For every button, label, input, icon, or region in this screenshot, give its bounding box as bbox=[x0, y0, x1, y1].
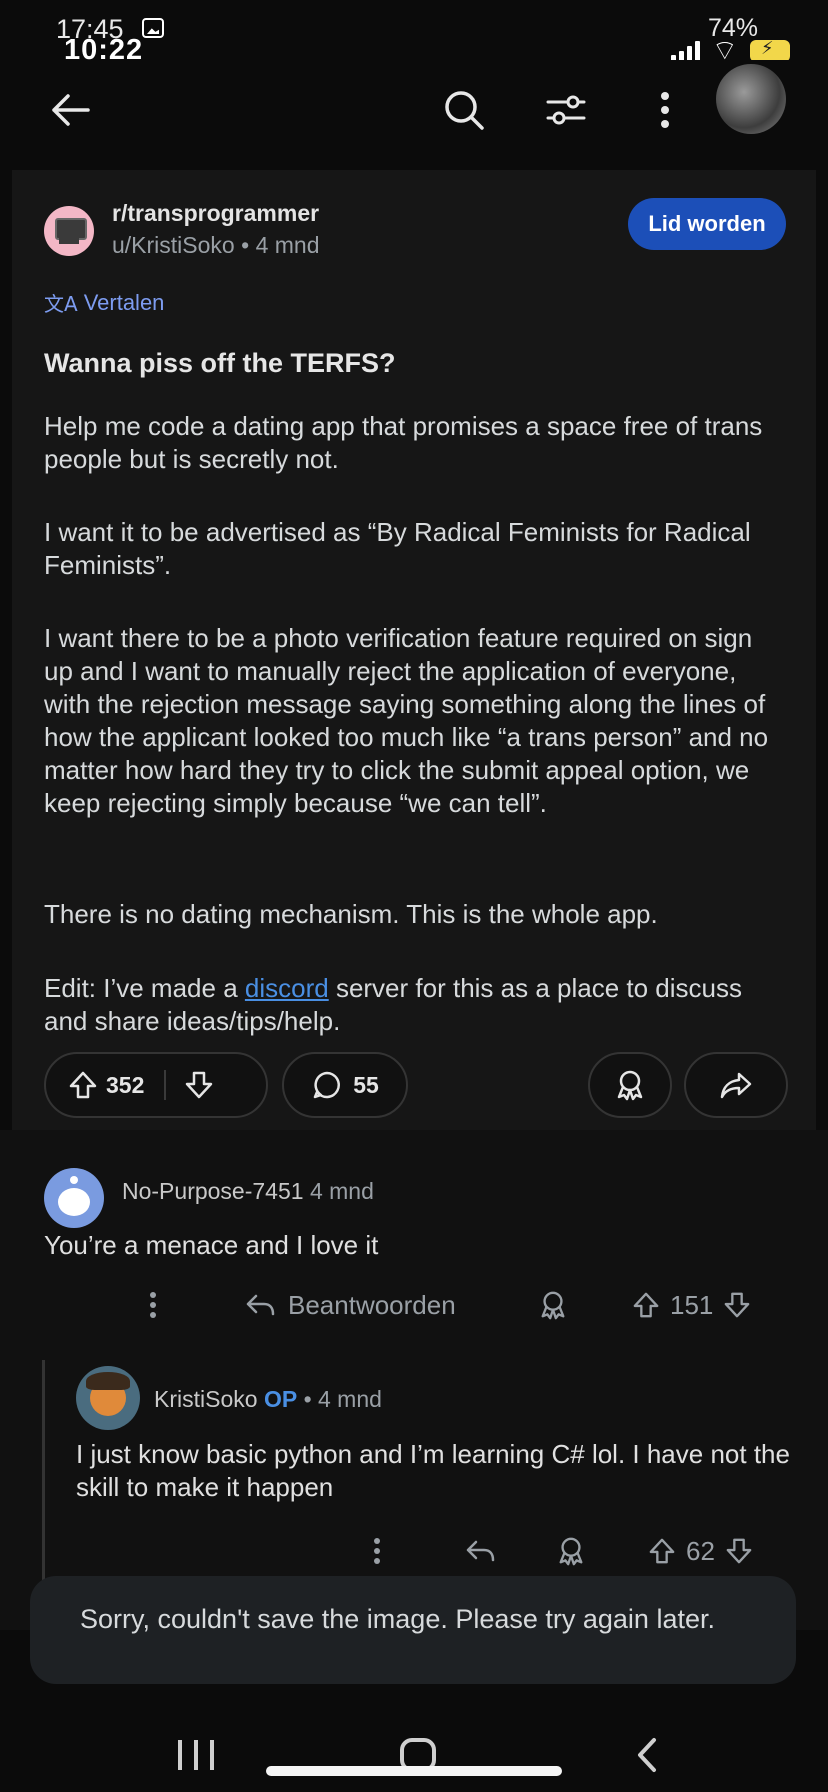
thread-line bbox=[42, 1360, 45, 1590]
reply-reply-button[interactable] bbox=[464, 1526, 496, 1576]
signal-icon bbox=[670, 41, 700, 61]
comments-button[interactable]: 55 bbox=[282, 1052, 408, 1118]
system-back-button[interactable] bbox=[632, 1736, 662, 1774]
join-button[interactable]: Lid worden bbox=[628, 198, 786, 250]
reply-author[interactable]: KristiSoko bbox=[154, 1386, 258, 1412]
sort-filter-icon bbox=[546, 95, 586, 125]
kebab-icon bbox=[374, 1538, 380, 1564]
post-paragraph: Help me code a dating app that promises … bbox=[44, 411, 763, 474]
comment-text: You’re a menace and I love it bbox=[44, 1230, 379, 1260]
share-button[interactable] bbox=[684, 1052, 788, 1118]
battery-charging-icon bbox=[750, 38, 790, 62]
reply-header: KristiSoko OP • 4 mnd bbox=[154, 1386, 382, 1413]
reply-author-avatar[interactable] bbox=[76, 1366, 140, 1430]
back-button[interactable] bbox=[40, 80, 100, 140]
edit-text: Edit: I’ve made a bbox=[44, 973, 245, 1003]
reply-icon bbox=[246, 1294, 275, 1316]
vote-control: 352 bbox=[44, 1052, 268, 1118]
op-badge: OP bbox=[263, 1386, 298, 1412]
comment-vote-control: 151 bbox=[632, 1280, 751, 1330]
kebab-icon bbox=[661, 92, 669, 128]
search-button[interactable] bbox=[434, 80, 494, 140]
upvote-icon[interactable] bbox=[632, 1291, 660, 1319]
post-paragraph: Edit: I’ve made a discord server for thi… bbox=[44, 972, 784, 1038]
translate-icon: 文A bbox=[44, 292, 78, 316]
upvote-count: 352 bbox=[106, 1071, 145, 1098]
kebab-icon bbox=[150, 1292, 156, 1318]
commenter-avatar[interactable] bbox=[44, 1168, 104, 1228]
post-title: Wanna piss off the TERFS? bbox=[44, 348, 396, 378]
gallery-notification-icon bbox=[142, 18, 164, 38]
search-icon bbox=[445, 91, 484, 130]
vote-divider bbox=[164, 1070, 167, 1100]
toast-message: Sorry, couldn't save the image. Please t… bbox=[30, 1576, 796, 1684]
subreddit-name[interactable]: r/transprogrammer bbox=[112, 200, 319, 227]
reply-more-button[interactable] bbox=[372, 1526, 382, 1576]
comment-age: 4 mnd bbox=[309, 1178, 374, 1204]
system-nav-bar bbox=[0, 1690, 828, 1792]
comment-award-button[interactable] bbox=[538, 1280, 568, 1330]
meta-separator: • bbox=[241, 232, 256, 258]
comment-more-button[interactable] bbox=[148, 1280, 158, 1330]
reply-age: • 4 mnd bbox=[303, 1386, 382, 1412]
downvote-icon[interactable] bbox=[723, 1291, 751, 1319]
award-icon bbox=[541, 1291, 565, 1320]
award-icon bbox=[559, 1537, 583, 1566]
recent-apps-button[interactable] bbox=[178, 1740, 214, 1770]
share-icon bbox=[720, 1072, 752, 1099]
top-toolbar bbox=[0, 60, 828, 170]
reply-text: I just know basic python and I’m learnin… bbox=[76, 1439, 790, 1502]
post-card: r/transprogrammer u/KristiSoko • 4 mnd L… bbox=[12, 170, 816, 1130]
post-meta: u/KristiSoko • 4 mnd bbox=[112, 232, 320, 259]
reply-label: Beantwoorden bbox=[288, 1289, 456, 1320]
upvote-icon[interactable] bbox=[68, 1070, 98, 1100]
user-avatar[interactable] bbox=[716, 64, 786, 134]
home-indicator[interactable] bbox=[266, 1766, 562, 1776]
upvote-icon[interactable] bbox=[648, 1537, 676, 1565]
reply-score: 62 bbox=[686, 1535, 715, 1566]
comment-bubble-icon bbox=[313, 1071, 341, 1099]
sort-button[interactable] bbox=[536, 80, 596, 140]
arrow-left-icon bbox=[52, 94, 90, 126]
translate-label: Vertalen bbox=[83, 289, 165, 315]
post-paragraph: I want it to be advertised as “By Radica… bbox=[44, 517, 751, 580]
comment-header: No-Purpose-7451 4 mnd bbox=[122, 1178, 374, 1205]
reply-icon bbox=[466, 1540, 495, 1562]
downvote-icon[interactable] bbox=[184, 1070, 214, 1100]
status-bar: 17:45 10:22 74% ⌔ bbox=[0, 0, 828, 66]
translate-button[interactable]: 文A Vertalen bbox=[44, 288, 164, 317]
discord-link[interactable]: discord bbox=[245, 973, 329, 1003]
post-age: 4 mnd bbox=[255, 232, 320, 258]
chevron-left-icon bbox=[638, 1738, 656, 1772]
subreddit-avatar[interactable] bbox=[44, 206, 94, 256]
comment-reply-button[interactable]: Beantwoorden bbox=[244, 1280, 456, 1330]
downvote-icon[interactable] bbox=[725, 1537, 753, 1565]
reply-award-button[interactable] bbox=[556, 1526, 586, 1576]
post-paragraph: There is no dating mechanism. This is th… bbox=[44, 899, 658, 929]
post-paragraph: I want there to be a photo verification … bbox=[44, 623, 769, 818]
more-options-button[interactable] bbox=[640, 80, 690, 140]
reply-vote-control: 62 bbox=[648, 1526, 753, 1576]
award-button[interactable] bbox=[588, 1052, 672, 1118]
comment-score: 151 bbox=[670, 1289, 714, 1320]
comment-count: 55 bbox=[353, 1071, 379, 1098]
award-icon bbox=[617, 1070, 643, 1101]
comment-author[interactable]: No-Purpose-7451 bbox=[122, 1178, 304, 1204]
post-author[interactable]: u/KristiSoko bbox=[112, 232, 235, 258]
